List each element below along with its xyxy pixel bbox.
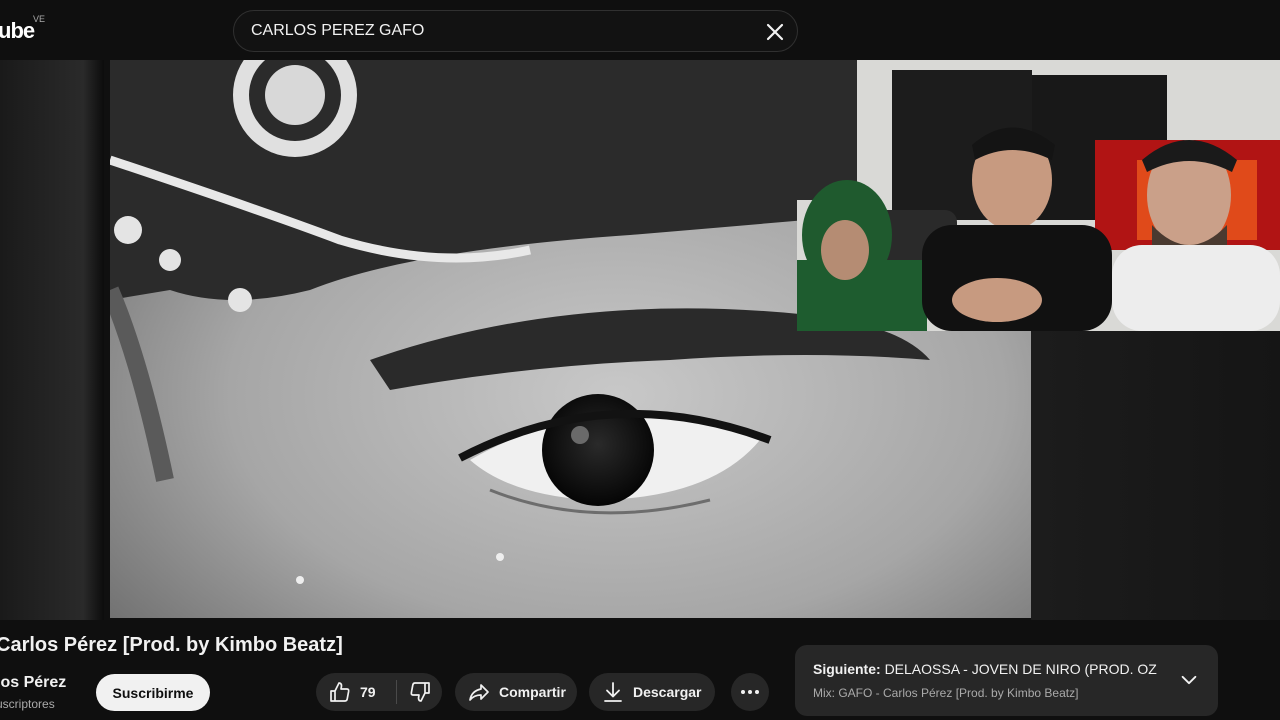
like-count: 79 bbox=[360, 684, 376, 700]
download-label: Descargar bbox=[633, 684, 702, 700]
up-next-card[interactable]: Siguiente: DELAOSSA - JOVEN DE NIRO (PRO… bbox=[795, 645, 1218, 716]
download-button[interactable]: Descargar bbox=[589, 673, 715, 711]
more-actions-button[interactable] bbox=[731, 673, 769, 711]
close-icon[interactable] bbox=[763, 20, 787, 44]
webcam-overlay bbox=[797, 60, 1280, 331]
top-bar: ube VE bbox=[0, 0, 800, 60]
up-next-title: DELAOSSA - JOVEN DE NIRO (PROD. OZ... bbox=[884, 661, 1158, 677]
channel-name[interactable]: los Pérez bbox=[0, 674, 66, 692]
more-icon bbox=[741, 690, 759, 694]
search-box bbox=[233, 10, 798, 52]
like-dislike-group: 79 bbox=[316, 673, 442, 711]
up-next-label: Siguiente: bbox=[813, 661, 881, 677]
chevron-down-icon[interactable] bbox=[1178, 669, 1200, 691]
subscribe-button[interactable]: Suscribirme bbox=[96, 674, 210, 711]
up-next-line: Siguiente: DELAOSSA - JOVEN DE NIRO (PRO… bbox=[813, 661, 1158, 677]
region-code: VE bbox=[33, 14, 46, 24]
download-icon bbox=[604, 682, 622, 702]
search-input[interactable] bbox=[251, 11, 751, 51]
dislike-icon bbox=[409, 682, 430, 702]
subscriber-count: uscriptores bbox=[0, 697, 55, 711]
player-ambient-left bbox=[0, 60, 104, 620]
webcam-still bbox=[797, 60, 1280, 331]
share-button[interactable]: Compartir bbox=[455, 673, 577, 711]
share-icon bbox=[469, 684, 489, 701]
youtube-logo[interactable]: ube bbox=[0, 18, 35, 44]
up-next-mix: Mix: GAFO - Carlos Pérez [Prod. by Kimbo… bbox=[813, 686, 1079, 700]
share-label: Compartir bbox=[499, 684, 566, 700]
dislike-button[interactable] bbox=[397, 673, 442, 711]
video-player[interactable] bbox=[0, 60, 1280, 620]
like-icon bbox=[330, 682, 350, 702]
video-title: Carlos Pérez [Prod. by Kimbo Beatz] bbox=[0, 634, 343, 656]
like-button[interactable]: 79 bbox=[316, 673, 396, 711]
